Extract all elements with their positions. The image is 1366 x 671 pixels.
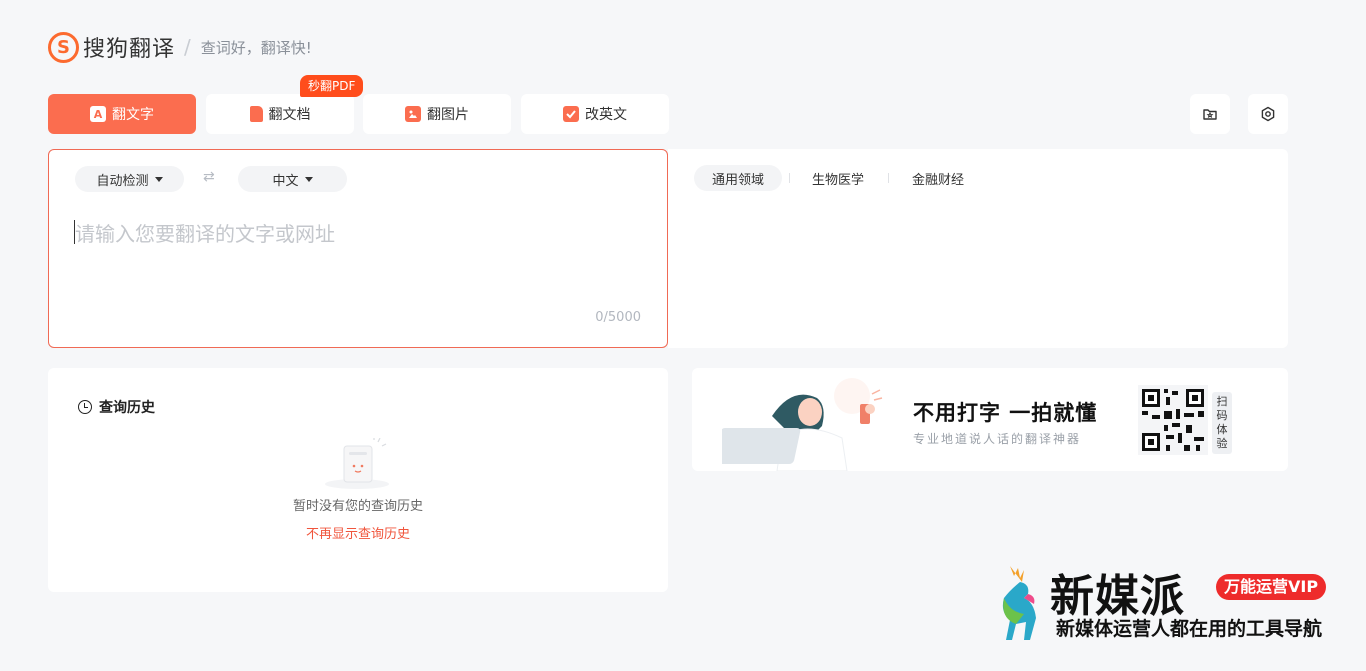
tab-translate-document[interactable]: 翻文档 [206, 94, 354, 134]
tab-translate-text[interactable]: A 翻文字 [48, 94, 196, 134]
result-panel: 通用领域 生物医学 金融财经 [668, 149, 1288, 348]
favorites-button[interactable] [1190, 94, 1230, 134]
domain-divider [789, 173, 790, 183]
target-language-select[interactable]: 中文 [238, 166, 347, 192]
qr-code-icon [1138, 385, 1208, 455]
chevron-down-icon [154, 176, 163, 182]
banner-title: 不用打字 一拍就懂 [913, 401, 1098, 425]
slogan: 查词好，翻译快! [200, 38, 312, 57]
star-folder-icon [1203, 109, 1217, 120]
tab-label: 翻文字 [112, 107, 154, 123]
scan-to-try-label: 扫码体验 [1212, 392, 1232, 454]
banner-subtitle: 专业地道说人话的翻译神器 [913, 432, 1082, 446]
source-input-panel: 自动检测 ⇄ 中文 请输入您要翻译的文字或网址 0/5000 [48, 149, 668, 348]
domain-tab-finance[interactable]: 金融财经 [896, 165, 980, 191]
hide-history-link[interactable]: 不再显示查询历史 [48, 523, 668, 542]
domain-tab-biomedical[interactable]: 生物医学 [796, 165, 880, 191]
history-panel: 查询历史 暂时没有您的查询历史 不再显示查询历史 [48, 368, 668, 592]
history-title: 查询历史 [99, 400, 155, 416]
empty-history-illustration [325, 438, 389, 489]
source-text-input[interactable]: 请输入您要翻译的文字或网址 [75, 218, 335, 247]
watermark-subtitle: 新媒体运营人都在用的工具导航 [1056, 618, 1323, 640]
document-icon [249, 106, 263, 122]
app-promo-banner[interactable]: 不用打字 一拍就懂 专业地道说人话的翻译神器 扫码体验 [692, 368, 1288, 471]
history-header: 查询历史 [78, 397, 155, 417]
chevron-down-icon [304, 176, 313, 182]
logo[interactable]: S 搜狗翻译 / 查词好，翻译快! [48, 31, 312, 63]
tab-label: 翻图片 [427, 107, 469, 123]
target-language-label: 中文 [272, 173, 299, 189]
tab-label: 改英文 [585, 107, 627, 123]
empty-history-text: 暂时没有您的查询历史 [292, 499, 423, 514]
tab-edit-english[interactable]: 改英文 [521, 94, 669, 134]
clock-icon [78, 400, 92, 414]
watermark-vip-badge: 万能运营VIP [1216, 574, 1327, 600]
swap-languages-icon[interactable]: ⇄ [203, 169, 215, 185]
image-icon [405, 106, 421, 122]
domain-tab-general[interactable]: 通用领域 [694, 165, 782, 191]
gear-icon [1261, 106, 1275, 122]
edit-english-icon [563, 106, 579, 122]
domain-divider [888, 173, 889, 183]
tab-translate-image[interactable]: 翻图片 [363, 94, 511, 134]
person-laptop-illustration [722, 378, 883, 471]
source-language-select[interactable]: 自动检测 [75, 166, 184, 192]
logo-divider: / [184, 35, 191, 59]
settings-button[interactable] [1248, 94, 1288, 134]
text-translate-icon: A [90, 106, 106, 122]
watermark: 新媒派 万能运营VIP 新媒体运营人都在用的工具导航 [990, 560, 1350, 644]
char-counter: 0/5000 [595, 310, 641, 325]
brand-name: 搜狗翻译 [83, 37, 176, 62]
deer-logo-icon [1002, 566, 1036, 640]
source-language-label: 自动检测 [96, 173, 149, 189]
tab-label: 翻文档 [268, 107, 311, 123]
pdf-badge: 秒翻PDF [300, 75, 364, 97]
sogou-logo-icon: S [48, 31, 79, 63]
